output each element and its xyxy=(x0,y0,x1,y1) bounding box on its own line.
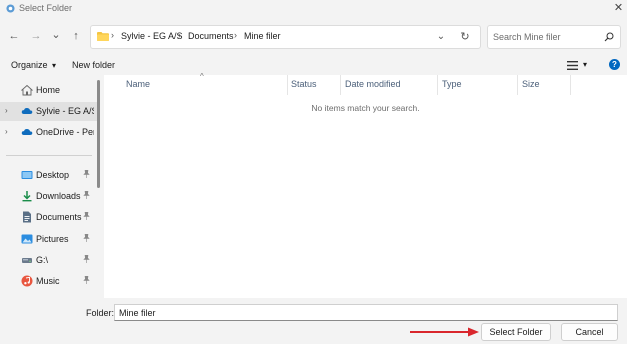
organize-button[interactable]: Organize ▾ xyxy=(11,60,56,70)
navigation-pane-scrollbar[interactable] xyxy=(97,80,100,188)
recent-locations-chevron-icon[interactable]: ⌄ xyxy=(48,27,64,43)
pin-icon[interactable] xyxy=(83,211,90,222)
view-options-icon[interactable] xyxy=(567,61,578,70)
breadcrumb-item-current[interactable]: Mine filer xyxy=(244,31,281,41)
folder-icon xyxy=(97,32,109,41)
up-arrow-icon[interactable]: ↑ xyxy=(68,28,84,44)
column-separator[interactable] xyxy=(340,75,341,95)
breadcrumb-separator: › xyxy=(234,30,237,40)
column-header-status[interactable]: Status xyxy=(291,79,317,89)
sidebar-item-desktop[interactable]: Desktop xyxy=(0,166,97,185)
organize-caret-icon: ▾ xyxy=(52,61,57,70)
sidebar-item-g-drive[interactable]: G:\ xyxy=(0,251,97,270)
desktop-icon xyxy=(21,171,33,179)
documents-icon xyxy=(23,211,31,223)
help-icon[interactable]: ? xyxy=(609,59,620,70)
address-bar[interactable]: › Sylvie - EG A/S › Documents › Mine fil… xyxy=(90,25,481,49)
column-separator[interactable] xyxy=(437,75,438,95)
file-list[interactable]: ^ Name Status Date modified Type Size No… xyxy=(104,72,627,298)
sidebar-item-downloads[interactable]: Downloads xyxy=(0,187,97,206)
sidebar-item-label: Home xyxy=(36,85,61,95)
sidebar-item-label: OneDrive - Personal xyxy=(36,127,94,137)
search-input[interactable] xyxy=(493,31,603,43)
column-header-name[interactable]: Name xyxy=(126,79,150,89)
sidebar-item-pictures[interactable]: Pictures xyxy=(0,230,97,249)
cloud-icon xyxy=(21,128,33,135)
view-caret-icon[interactable]: ▾ xyxy=(583,60,587,69)
sidebar-item-documents[interactable]: Documents xyxy=(0,208,97,227)
download-icon xyxy=(22,191,32,202)
annotation-arrow xyxy=(410,327,479,337)
column-header-date-modified[interactable]: Date modified xyxy=(345,79,401,89)
address-dropdown-chevron-icon[interactable]: ⌄ xyxy=(433,29,449,45)
select-folder-button[interactable]: Select Folder xyxy=(481,323,551,341)
folder-name-field[interactable] xyxy=(114,304,618,321)
new-folder-button[interactable]: New folder xyxy=(72,60,115,70)
breadcrumb-item-root[interactable]: Sylvie - EG A/S xyxy=(121,31,183,41)
breadcrumb-separator: › xyxy=(111,30,114,40)
music-icon xyxy=(21,275,33,287)
title-bar: Select Folder ✕ xyxy=(0,0,627,18)
search-box[interactable] xyxy=(487,25,621,49)
organize-label: Organize xyxy=(11,60,48,70)
sidebar-item-onedrive-personal[interactable]: › OneDrive - Personal xyxy=(0,123,97,142)
forward-arrow-icon[interactable]: → xyxy=(28,28,44,44)
pin-icon[interactable] xyxy=(83,190,90,201)
folder-label: Folder: xyxy=(86,308,115,318)
search-icon[interactable] xyxy=(604,32,614,42)
sidebar-item-sylvie-eg[interactable]: › Sylvie - EG A/S xyxy=(0,102,97,121)
pin-icon[interactable] xyxy=(83,254,90,265)
refresh-icon[interactable]: ↻ xyxy=(457,29,473,45)
close-icon[interactable]: ✕ xyxy=(612,1,625,15)
cloud-icon xyxy=(21,107,33,114)
back-arrow-icon[interactable]: ← xyxy=(6,28,22,44)
sidebar-item-home[interactable]: Home xyxy=(0,81,97,100)
home-icon xyxy=(21,84,33,96)
breadcrumb-item-documents[interactable]: Documents xyxy=(188,31,234,41)
column-separator[interactable] xyxy=(287,75,288,95)
app-icon xyxy=(6,4,15,13)
drive-icon xyxy=(22,258,32,263)
pin-icon[interactable] xyxy=(83,275,90,286)
column-header-size[interactable]: Size xyxy=(522,79,540,89)
sort-ascending-icon: ^ xyxy=(200,72,204,81)
window-title: Select Folder xyxy=(19,3,73,13)
empty-folder-message: No items match your search. xyxy=(311,103,420,113)
column-separator[interactable] xyxy=(570,75,571,95)
sidebar-item-music[interactable]: Music xyxy=(0,272,97,291)
pin-icon[interactable] xyxy=(83,169,90,180)
column-header-type[interactable]: Type xyxy=(442,79,462,89)
cancel-button[interactable]: Cancel xyxy=(561,323,618,341)
pictures-icon xyxy=(21,234,33,244)
expand-chevron-icon[interactable]: › xyxy=(5,127,8,136)
expand-chevron-icon[interactable]: › xyxy=(5,106,8,115)
sidebar-item-label: Sylvie - EG A/S xyxy=(36,106,94,116)
breadcrumb-separator: › xyxy=(178,30,181,40)
sidebar-divider xyxy=(6,155,92,156)
navigation-pane[interactable]: Home › Sylvie - EG A/S › OneDrive - Pers… xyxy=(0,75,103,298)
column-separator[interactable] xyxy=(517,75,518,95)
pin-icon[interactable] xyxy=(83,233,90,244)
